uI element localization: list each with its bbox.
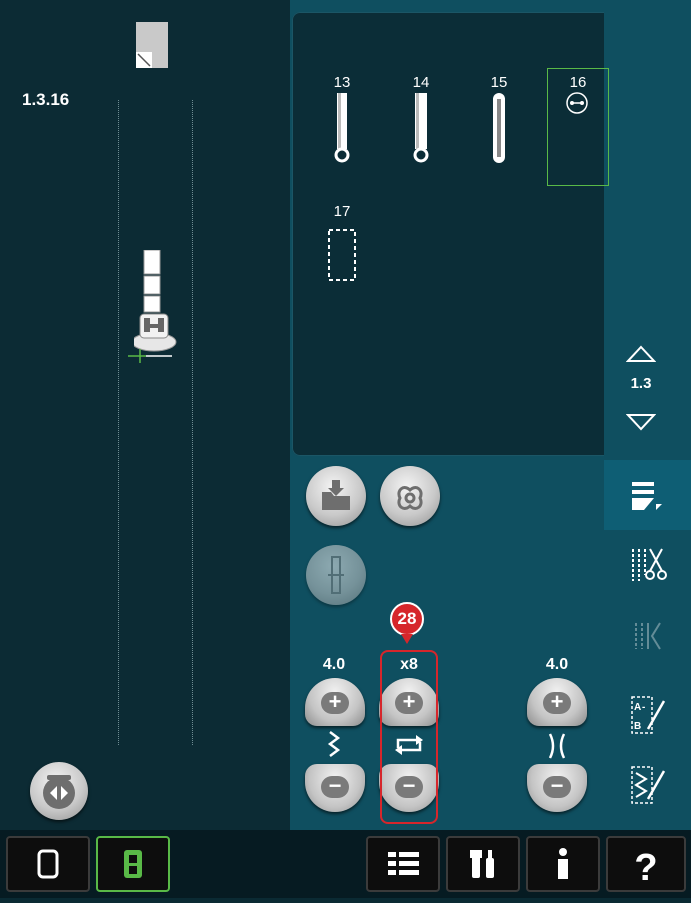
embroidery-mode-icon <box>124 850 142 878</box>
buttonhole-measure-icon <box>328 556 344 594</box>
stitch-number: 15 <box>490 74 508 91</box>
buttonhole-round-icon <box>413 93 429 163</box>
help-icon: ? <box>634 847 657 889</box>
plus-icon: + <box>543 691 571 714</box>
help-button[interactable]: ? <box>606 836 686 892</box>
stitch-item-16[interactable]: 16 <box>547 68 609 186</box>
mirror-side-button[interactable] <box>30 762 88 820</box>
selection-menu-button[interactable] <box>366 836 440 892</box>
stitch-number: 16 <box>569 74 587 91</box>
stitch-menu-icon <box>632 482 662 510</box>
triangle-up-icon <box>625 345 657 362</box>
sequence-icon: A - B <box>631 696 666 734</box>
buttonhole-length-button[interactable] <box>306 545 366 605</box>
callout-pointer <box>401 634 413 644</box>
mirror-icon <box>43 775 75 809</box>
stitch-width-value: 4.0 <box>322 656 346 673</box>
save-to-my-stitches-button[interactable] <box>306 466 366 526</box>
stitch-programming-tab[interactable] <box>604 755 691 815</box>
stitch-number: 14 <box>412 74 430 91</box>
buttonhole-rounded-icon <box>493 93 505 163</box>
stitch-preview-panel: 1.3.16 <box>0 0 290 830</box>
menu-list-icon <box>388 852 419 875</box>
svg-text:-: - <box>642 702 645 713</box>
presser-foot-icon <box>131 249 180 360</box>
folder-download-icon <box>322 480 350 510</box>
stitch-item-17[interactable]: 17 <box>325 203 359 289</box>
tapering-tab[interactable] <box>604 605 691 665</box>
info-icon <box>558 848 568 879</box>
stitch-menu-tab[interactable] <box>604 460 691 530</box>
minus-icon: − <box>321 775 349 798</box>
needle-position-marker <box>128 346 174 366</box>
stitch-item-15[interactable]: 15 <box>482 74 516 176</box>
settings-menu-button[interactable] <box>446 836 520 892</box>
tools-icon <box>470 850 494 878</box>
button-sew-icon <box>566 92 588 114</box>
scroll-down-arrow[interactable] <box>625 411 657 431</box>
tie-off-icon <box>397 486 423 510</box>
svg-text:?: ? <box>634 847 657 889</box>
fabric-corner-icon <box>136 22 168 68</box>
stitch-number: 13 <box>333 74 351 91</box>
sewing-mode-button[interactable] <box>6 836 90 892</box>
triangle-down-icon <box>625 414 657 431</box>
tapering-icon <box>635 622 661 650</box>
embroidery-mode-button[interactable] <box>96 836 170 892</box>
zigzag-width-icon <box>322 730 348 760</box>
info-button[interactable] <box>526 836 600 892</box>
thread-cut-tab[interactable] <box>604 535 691 595</box>
stitch-length-value: 4.0 <box>545 656 569 673</box>
svg-text:A: A <box>634 702 641 713</box>
sequence-tab[interactable]: A - B <box>604 685 691 745</box>
svg-text:B: B <box>634 721 641 732</box>
buttonhole-keyhole-icon <box>334 93 350 163</box>
menu-page-label: 1.3 <box>630 375 652 392</box>
window-icon <box>37 849 59 879</box>
seam-guide-left <box>118 100 119 745</box>
sequence-label: 1.3.16 <box>22 90 70 109</box>
stitch-programming-icon <box>631 766 666 804</box>
thread-cut-icon <box>632 548 667 581</box>
stitch-length-icon <box>540 732 574 760</box>
minus-icon: − <box>543 775 571 798</box>
scroll-up-arrow[interactable] <box>625 345 657 365</box>
buttonhole-outline-icon <box>328 229 356 281</box>
stitch-item-14[interactable]: 14 <box>404 74 438 176</box>
seam-guide-right <box>192 100 193 745</box>
stitch-number: 17 <box>333 203 351 220</box>
callout-number-badge: 28 <box>390 602 424 636</box>
plus-icon: + <box>321 691 349 714</box>
stitch-tie-off-button[interactable] <box>380 466 440 526</box>
callout-highlight <box>380 650 438 824</box>
stitch-item-13[interactable]: 13 <box>325 74 359 176</box>
